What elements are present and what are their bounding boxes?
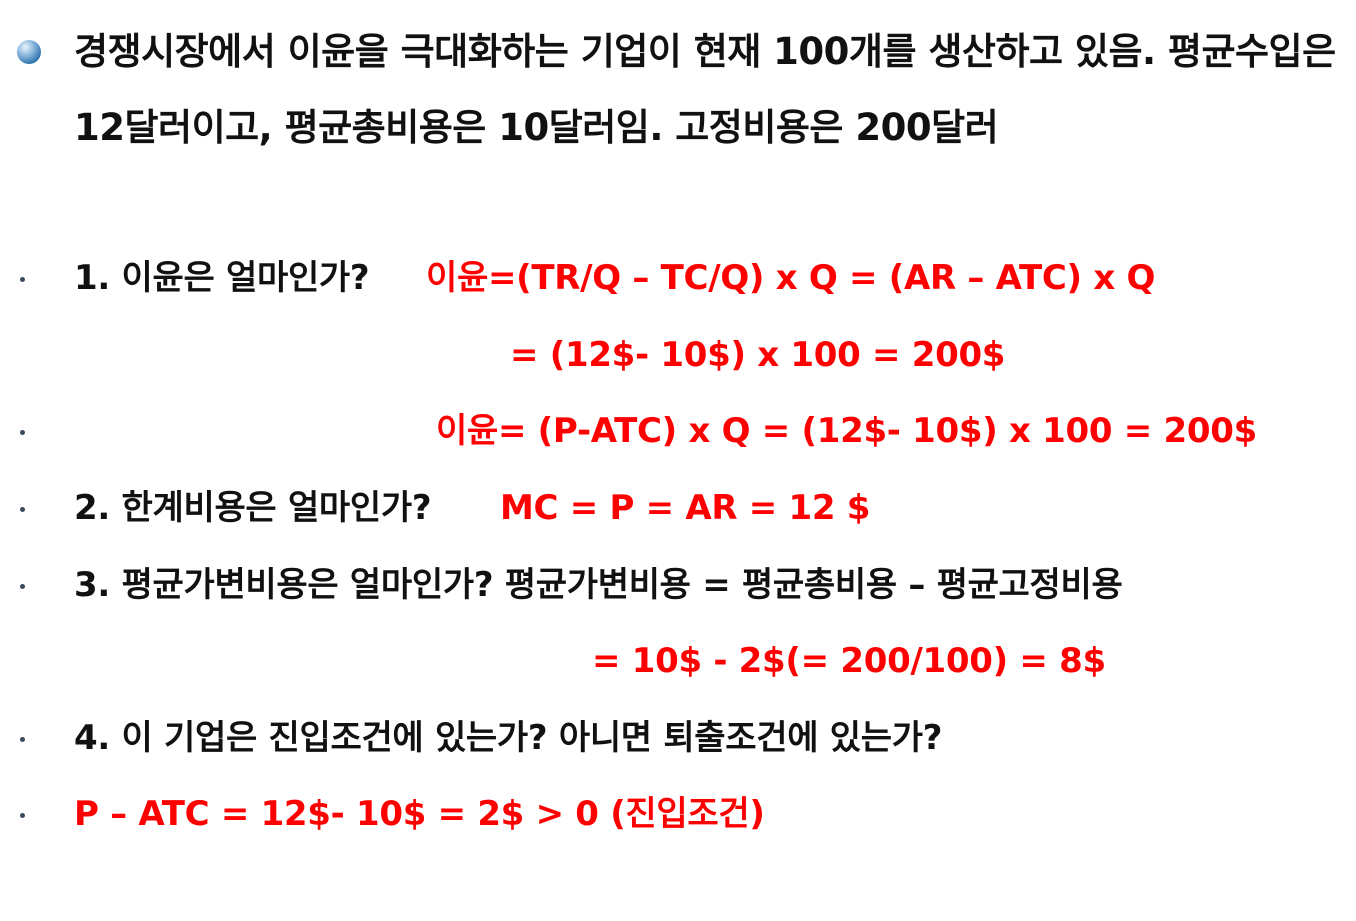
bullet-dot-icon <box>20 507 25 512</box>
question-2-answer: MC = P = AR = 12 $ <box>500 488 871 528</box>
question-1-calc: = (12$- 10$) x 100 = 200$ <box>510 335 1006 375</box>
question-4-line: 4. 이 기업은 진입조건에 있는가? 아니면 퇴출조건에 있는가? <box>0 708 1356 768</box>
question-1-formula: 이윤=(TR/Q – TC/Q) x Q = (AR – ATC) x Q <box>426 258 1156 298</box>
question-3-text: 3. 평균가변비용은 얼마인가? 평균가변비용 = 평균총비용 – 평균고정비용 <box>74 565 1123 605</box>
slide: 경쟁시장에서 이윤을 극대화하는 기업이 현재 100개를 생산하고 있음. 평… <box>0 0 1356 921</box>
question-3-line: 3. 평균가변비용은 얼마인가? 평균가변비용 = 평균총비용 – 평균고정비용 <box>0 555 1356 615</box>
question-2-text: 2. 한계비용은 얼마인가? <box>74 488 432 528</box>
question-3-calc: = 10$ - 2$(= 200/100) = 8$ <box>592 641 1106 681</box>
question-1-alt: 이윤= (P-ATC) x Q = (12$- 10$) x 100 = 200… <box>436 411 1257 451</box>
question-4-text: 4. 이 기업은 진입조건에 있는가? 아니면 퇴출조건에 있는가? <box>74 718 943 758</box>
main-bullet-icon <box>17 40 41 64</box>
question-1-line: 1. 이윤은 얼마인가? 이윤=(TR/Q – TC/Q) x Q = (AR … <box>0 248 1356 308</box>
question-2-line: 2. 한계비용은 얼마인가? MC = P = AR = 12 $ <box>0 478 1356 538</box>
question-4-answer-line: P – ATC = 12$- 10$ = 2$ > 0 (진입조건) <box>0 784 1356 844</box>
problem-statement: 경쟁시장에서 이윤을 극대화하는 기업이 현재 100개를 생산하고 있음. 평… <box>74 30 1336 149</box>
bullet-dot-icon <box>20 430 25 435</box>
bullet-dot-icon <box>20 813 25 818</box>
bullet-dot-icon <box>20 277 25 282</box>
question-3-calc-line: = 10$ - 2$(= 200/100) = 8$ <box>0 631 1356 691</box>
bullet-dot-icon <box>20 584 25 589</box>
bullet-dot-icon <box>20 737 25 742</box>
question-1-text: 1. 이윤은 얼마인가? <box>74 258 370 298</box>
question-1-alt-line: 이윤= (P-ATC) x Q = (12$- 10$) x 100 = 200… <box>0 401 1356 461</box>
question-4-answer: P – ATC = 12$- 10$ = 2$ > 0 (진입조건) <box>74 794 765 834</box>
question-1-calc-line: = (12$- 10$) x 100 = 200$ <box>0 325 1356 385</box>
